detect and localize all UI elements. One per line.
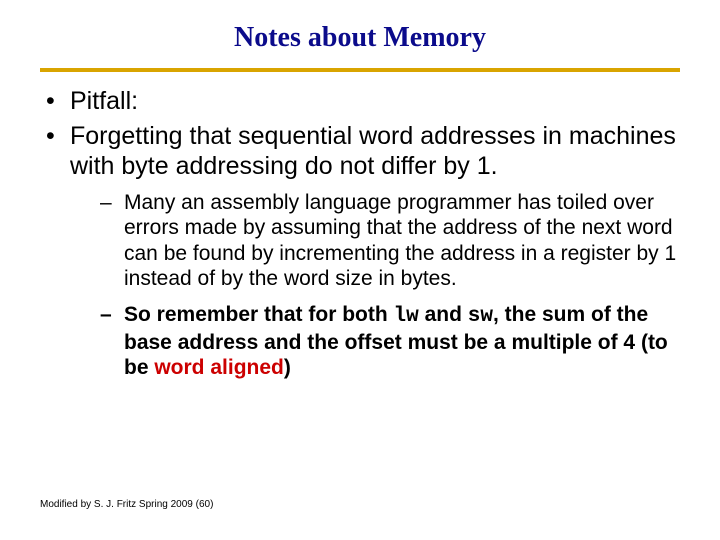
sub-bullet-programmer: Many an assembly language programmer has… (100, 190, 680, 292)
sub-bullet-remember: So remember that for both lw and sw, the… (100, 302, 680, 381)
footer-text: Modified by S. J. Fritz Spring 2009 (60) (40, 499, 213, 510)
bullet-text: Forgetting that sequential word addresse… (70, 122, 676, 181)
bullet-forgetting: Forgetting that sequential word addresse… (40, 121, 680, 381)
text-part: ) (284, 356, 291, 379)
bullet-text: Pitfall: (70, 87, 138, 115)
text-part: and (419, 303, 468, 326)
text-part: So remember that for both (124, 303, 394, 326)
slide-content: Pitfall: Forgetting that sequential word… (0, 86, 720, 381)
slide-title: Notes about Memory (0, 0, 720, 64)
code-sw: sw (468, 305, 493, 328)
bullet-list: Pitfall: Forgetting that sequential word… (40, 86, 680, 381)
title-underline (40, 68, 680, 72)
code-lw: lw (394, 305, 419, 328)
sub-bullet-list: Many an assembly language programmer has… (70, 190, 680, 381)
bullet-pitfall: Pitfall: (40, 86, 680, 117)
slide: Notes about Memory Pitfall: Forgetting t… (0, 0, 720, 540)
text-word-aligned: word aligned (154, 356, 284, 379)
sub-bullet-text: Many an assembly language programmer has… (124, 191, 676, 291)
